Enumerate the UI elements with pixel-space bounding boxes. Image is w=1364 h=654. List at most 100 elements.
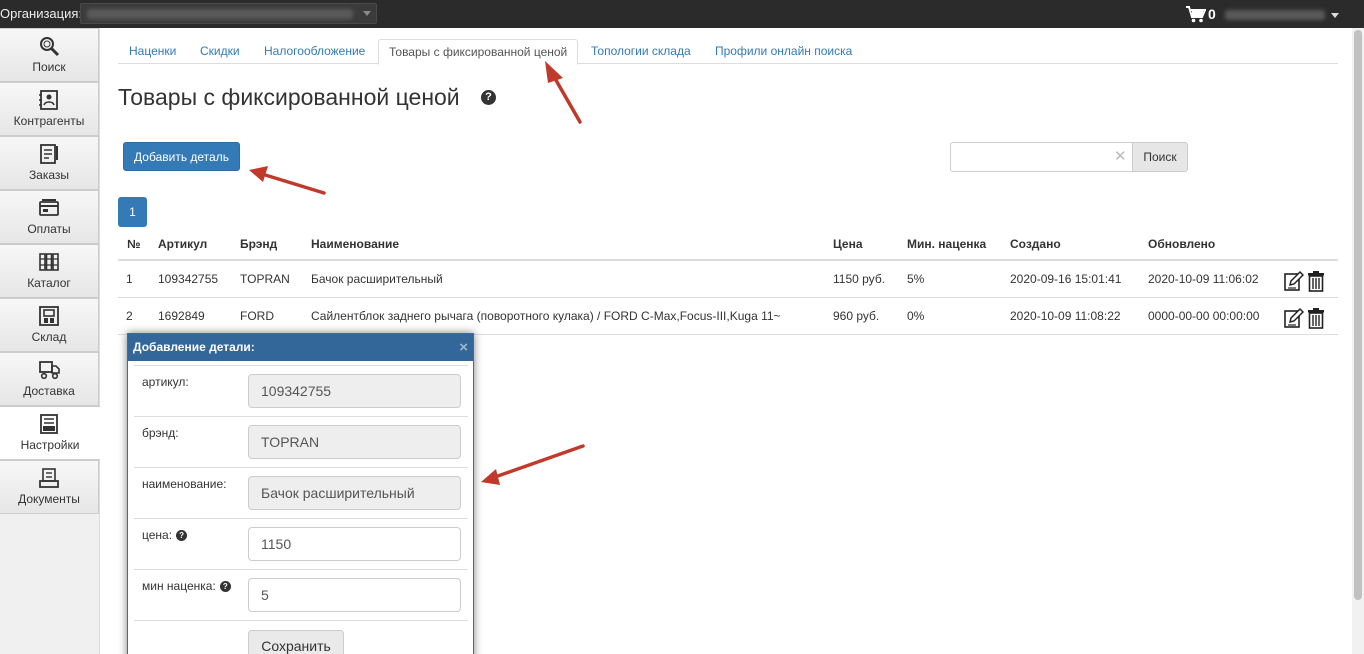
table-row: 1 109342755 TOPRAN Бачок расширительный …	[118, 261, 1338, 298]
tab-taxation[interactable]: Налогообложение	[264, 39, 365, 64]
sidebar-item-payments[interactable]: Оплаты	[0, 190, 99, 244]
sidebar-item-label: Заказы	[28, 168, 70, 182]
row-created: 2020-09-16 15:01:41	[1010, 272, 1122, 286]
search-input[interactable]	[950, 142, 1133, 172]
row-brand: FORD	[240, 309, 274, 323]
column-header-price[interactable]: Цена	[833, 228, 863, 259]
sidebar-item-documents[interactable]: Документы	[0, 460, 99, 514]
price-label: цена:?	[142, 528, 188, 542]
help-icon[interactable]: ?	[176, 529, 188, 541]
cart-icon	[1186, 5, 1206, 22]
delivery-icon	[39, 361, 60, 380]
organization-name-redacted	[87, 9, 353, 19]
field-label: цена:	[142, 528, 173, 542]
cart-button[interactable]: 0	[1186, 5, 1216, 23]
close-icon[interactable]: ×	[459, 334, 468, 361]
save-button[interactable]: Сохранить	[248, 630, 344, 654]
table-row: 2 1692849 FORD Сайлентблок заднего рычаг…	[118, 298, 1338, 335]
row-name: Сайлентблок заднего рычага (поворотного …	[311, 309, 781, 323]
arrow-to-dialog	[481, 444, 585, 485]
column-header-name[interactable]: Наименование	[311, 228, 399, 259]
row-created: 2020-10-09 11:08:22	[1010, 309, 1121, 323]
sidebar-item-label: Контрагенты	[13, 114, 85, 128]
settings-tabs: Наценки Скидки Налогообложение Товары с …	[118, 39, 1338, 65]
sidebar-item-warehouse[interactable]: Склад	[0, 298, 99, 352]
tab-online-search-profiles[interactable]: Профили онлайн поиска	[715, 39, 852, 64]
row-min-markup: 5%	[907, 272, 925, 286]
tab-warehouse-topology[interactable]: Топологии склада	[591, 39, 691, 64]
column-header-updated[interactable]: Обновлено	[1148, 228, 1215, 259]
column-header-number: №	[127, 236, 141, 251]
edit-icon[interactable]	[1284, 307, 1304, 329]
field-label: наименование:	[142, 477, 227, 491]
row-name: Бачок расширительный	[311, 272, 443, 286]
column-header-created[interactable]: Создано	[1010, 228, 1061, 259]
name-field[interactable]	[248, 476, 461, 510]
brand-field[interactable]	[248, 425, 461, 459]
field-label: мин наценка:	[142, 579, 216, 593]
sidebar-item-delivery[interactable]: Доставка	[0, 352, 99, 406]
sidebar-item-catalog[interactable]: Каталог	[0, 244, 99, 298]
tab-markups[interactable]: Наценки	[129, 39, 176, 64]
warehouse-icon	[39, 306, 59, 326]
sidebar-item-label: Настройки	[20, 438, 80, 452]
trash-icon[interactable]	[1306, 270, 1326, 292]
brand-label: брэнд:	[142, 426, 179, 440]
row-number: 2	[126, 309, 133, 323]
catalog-icon	[39, 253, 59, 271]
row-updated: 2020-10-09 11:06:02	[1148, 272, 1259, 286]
row-updated: 0000-00-00 00:00:00	[1148, 309, 1260, 323]
sidebar-item-label: Доставка	[23, 384, 75, 398]
page-title: Товары с фиксированной ценой	[118, 84, 460, 110]
settings-icon	[40, 414, 58, 434]
form-divider	[134, 620, 468, 622]
tab-discounts[interactable]: Скидки	[200, 39, 240, 64]
sidebar-item-contractors[interactable]: Контрагенты	[0, 82, 99, 136]
form-row-name: наименование:	[134, 467, 468, 518]
add-part-dialog: Добавление детали: × артикул: брэнд: наи…	[127, 333, 474, 654]
edit-icon[interactable]	[1284, 270, 1304, 292]
clear-icon[interactable]: ✕	[1114, 149, 1127, 164]
dialog-header[interactable]: Добавление детали: ×	[128, 334, 473, 361]
row-number: 1	[126, 272, 133, 286]
contacts-icon	[39, 90, 58, 110]
price-field[interactable]	[248, 527, 461, 561]
help-icon[interactable]: ?	[219, 580, 231, 592]
documents-icon	[39, 468, 59, 488]
row-article: 1692849	[158, 309, 205, 323]
scrollbar-thumb[interactable]	[1354, 30, 1362, 600]
min-markup-field[interactable]	[248, 578, 461, 612]
row-price: 960 руб.	[833, 309, 880, 323]
page-scrollbar[interactable]	[1352, 28, 1364, 654]
article-label: артикул:	[142, 375, 189, 389]
name-label: наименование:	[142, 477, 226, 491]
field-label: артикул:	[142, 375, 189, 389]
search-bar: ✕ Поиск	[950, 142, 1188, 172]
column-header-brand[interactable]: Брэнд	[240, 228, 277, 259]
sidebar-item-label: Поиск	[32, 60, 66, 74]
arrow-to-add-button	[249, 166, 326, 195]
row-actions	[1284, 307, 1326, 329]
column-header-min-markup[interactable]: Мин. наценка	[907, 228, 986, 259]
trash-icon[interactable]	[1306, 307, 1326, 329]
form-row-min-markup: мин наценка:?	[134, 569, 468, 620]
help-icon[interactable]: ?	[481, 90, 496, 105]
sidebar-item-orders[interactable]: Заказы	[0, 136, 99, 190]
pagination-page-1[interactable]: 1	[118, 197, 147, 227]
sidebar-item-label: Склад	[31, 330, 67, 344]
sidebar-item-search[interactable]: Поиск	[0, 28, 99, 82]
search-button[interactable]: Поиск	[1132, 142, 1188, 172]
article-field[interactable]	[248, 374, 461, 408]
sidebar-item-settings[interactable]: Настройки	[0, 406, 100, 460]
add-part-button[interactable]: Добавить деталь	[123, 142, 240, 171]
column-header-article[interactable]: Артикул	[158, 228, 207, 259]
table-header: № Артикул Брэнд Наименование Цена Мин. н…	[118, 228, 1338, 261]
field-label: брэнд:	[142, 426, 179, 440]
user-name-redacted[interactable]	[1225, 10, 1325, 20]
sidebar-item-label: Документы	[18, 492, 80, 506]
user-menu-chevron-icon[interactable]	[1331, 13, 1339, 18]
tab-fixed-price-goods[interactable]: Товары с фиксированной ценой	[378, 39, 579, 65]
min-markup-label: мин наценка:?	[142, 579, 231, 593]
organization-select[interactable]	[80, 3, 377, 24]
arrow-to-tab	[545, 61, 582, 124]
